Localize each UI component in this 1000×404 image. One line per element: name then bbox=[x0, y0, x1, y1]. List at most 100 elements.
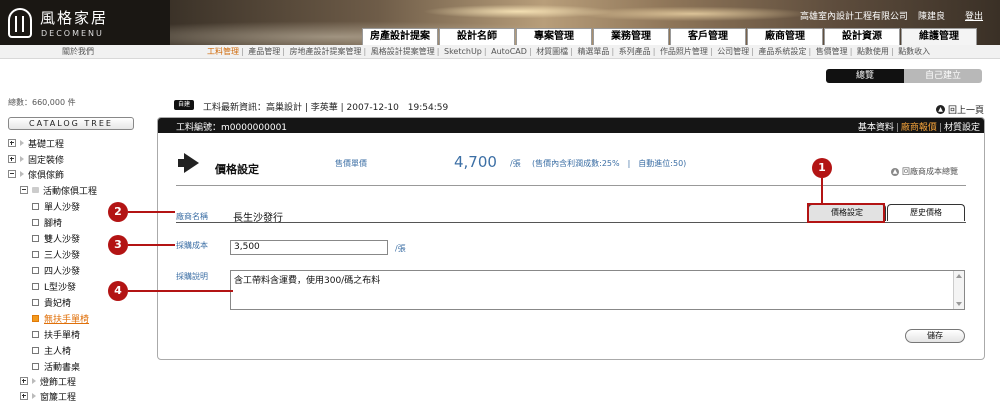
subnav-item-style-proposals[interactable]: 風格設計提案管理 bbox=[371, 47, 435, 56]
tab-customers[interactable]: 客戶管理 bbox=[670, 28, 746, 45]
tree-leaf[interactable]: 四人沙發 bbox=[32, 264, 80, 277]
catalog-tree-button[interactable]: CATALOG TREE bbox=[8, 117, 134, 130]
subnav-item-realestate-proposals[interactable]: 房地產設計提案管理 bbox=[290, 47, 362, 56]
tree-leaf-selected[interactable]: 無扶手單椅 bbox=[32, 312, 89, 325]
cost-unit: /張 bbox=[395, 244, 406, 253]
total-count: 總數：660,000 件 bbox=[8, 98, 76, 107]
material-sku: 工料編號：m0000000001 bbox=[176, 123, 288, 133]
callout-line bbox=[128, 244, 175, 246]
tree-leaf[interactable]: L型沙發 bbox=[32, 280, 76, 293]
tree-node[interactable]: 固定裝修 bbox=[8, 153, 64, 166]
material-settings-link[interactable]: 材質設定 bbox=[944, 123, 980, 133]
tree-leaf[interactable]: 三人沙發 bbox=[32, 248, 80, 261]
subnav-item-materials[interactable]: 工料管理 bbox=[207, 47, 239, 56]
scroll-up-icon[interactable] bbox=[956, 274, 962, 278]
subnav-item-points-income[interactable]: 點數收入 bbox=[898, 47, 930, 56]
section-title: 價格設定 bbox=[215, 163, 259, 176]
tree-leaf[interactable]: 主人椅 bbox=[32, 344, 71, 357]
tree-leaf[interactable]: 雙人沙發 bbox=[32, 232, 80, 245]
basic-info-link[interactable]: 基本資料 bbox=[858, 123, 894, 133]
logo[interactable]: 風格家居 DECOMENU bbox=[0, 0, 170, 46]
scroll-down-icon[interactable] bbox=[956, 302, 962, 306]
subnav-item-textures[interactable]: 材質圖檔 bbox=[536, 47, 568, 56]
subnav-item-points-usage[interactable]: 點數使用 bbox=[857, 47, 889, 56]
tab-vendors[interactable]: 廠商管理 bbox=[747, 28, 823, 45]
subnav-item-featured[interactable]: 精選單品 bbox=[577, 47, 609, 56]
sub-navigation: 關於我們 工料管理 | 產品管理 | 房地產設計提案管理 | 風格設計提案管理 | Sk… bbox=[0, 45, 1000, 59]
return-overview-link[interactable]: ▲ 回廠商成本總覽 bbox=[891, 166, 958, 177]
tab-business[interactable]: 業務管理 bbox=[593, 28, 669, 45]
item-icon bbox=[32, 298, 39, 306]
expand-icon[interactable] bbox=[20, 392, 28, 400]
sale-price-unit: /張 bbox=[510, 159, 521, 168]
item-icon bbox=[32, 266, 39, 274]
sale-price-note: (售價內含利潤成數:25% | 自動進位:50) bbox=[532, 159, 687, 168]
logout-link[interactable]: 登出 bbox=[965, 9, 983, 22]
arrow-icon bbox=[32, 378, 36, 384]
about-link[interactable]: 關於我們 bbox=[62, 46, 94, 57]
description-textarea[interactable]: 含工帶料含運費，使用300/碼之布料 bbox=[230, 270, 965, 310]
tree-leaf[interactable]: 貴妃椅 bbox=[32, 296, 71, 309]
tree-node[interactable]: 活動傢俱工程 bbox=[20, 184, 97, 197]
subnav-item-autocad[interactable]: AutoCAD bbox=[491, 47, 527, 56]
scrollbar[interactable] bbox=[953, 271, 964, 309]
price-panel: 工料編號：m0000000001 基本資料 | 廠商報價 | 材質設定 價格設定 售價單… bbox=[157, 117, 985, 360]
vendor-quote-link[interactable]: 廠商報價 bbox=[901, 123, 937, 133]
tree-leaf[interactable]: 扶手單椅 bbox=[32, 328, 80, 341]
item-icon bbox=[32, 362, 39, 370]
back-label: 回上一頁 bbox=[948, 106, 985, 116]
cost-input[interactable]: 3,500 bbox=[230, 240, 388, 255]
tab-maintenance[interactable]: 維護管理 bbox=[901, 28, 977, 45]
item-icon bbox=[32, 234, 39, 242]
item-icon bbox=[32, 250, 39, 258]
save-button[interactable]: 儲存 bbox=[905, 329, 965, 343]
subnav-item-company[interactable]: 公司管理 bbox=[717, 47, 749, 56]
subnav-item-products[interactable]: 產品管理 bbox=[248, 47, 280, 56]
callout-2: 2 bbox=[108, 202, 128, 222]
tree-node[interactable]: 基礎工程 bbox=[8, 137, 64, 150]
description-text: 含工帶料含運費，使用300/碼之布料 bbox=[234, 276, 381, 286]
tree-leaf[interactable]: 單人沙發 bbox=[32, 200, 80, 213]
tab-resources[interactable]: 設計資源 bbox=[824, 28, 900, 45]
self-built-badge: 自建 bbox=[174, 100, 194, 110]
highlight-box bbox=[807, 203, 885, 223]
subnav-item-series[interactable]: 系列產品 bbox=[619, 47, 651, 56]
tab-projects[interactable]: 專案管理 bbox=[516, 28, 592, 45]
divider bbox=[176, 185, 966, 186]
tree-leaf[interactable]: 活動書桌 bbox=[32, 360, 80, 373]
callout-line bbox=[821, 178, 823, 204]
arrow-icon bbox=[32, 393, 36, 399]
view-toggle: 總覽 自己建立 bbox=[826, 69, 982, 83]
megaphone-icon bbox=[178, 153, 204, 173]
tree-node[interactable]: 窗簾工程 bbox=[20, 390, 76, 403]
tab-price-history[interactable]: 歷史價格 bbox=[887, 204, 965, 221]
tree-leaf[interactable]: 腳椅 bbox=[32, 216, 62, 229]
callout-line bbox=[128, 211, 175, 213]
collapse-icon[interactable] bbox=[20, 186, 28, 194]
collapse-icon[interactable] bbox=[8, 170, 16, 178]
subnav-item-product-settings[interactable]: 產品系統設定 bbox=[758, 47, 806, 56]
self-build-button[interactable]: 自己建立 bbox=[904, 69, 982, 83]
expand-icon[interactable] bbox=[8, 155, 16, 163]
expand-icon[interactable] bbox=[20, 377, 28, 385]
subnav-item-sketchup[interactable]: SketchUp bbox=[444, 47, 482, 56]
back-link[interactable]: ▲ 回上一頁 bbox=[936, 103, 984, 116]
folder-icon bbox=[32, 187, 39, 193]
tree-node[interactable]: 傢俱傢飾 bbox=[8, 168, 64, 181]
tree-node[interactable]: 燈飾工程 bbox=[20, 375, 76, 388]
arrow-up-icon: ▲ bbox=[936, 105, 945, 114]
item-icon bbox=[32, 202, 39, 210]
company-name: 高雄室內設計工程有限公司 bbox=[800, 12, 909, 22]
item-icon bbox=[32, 282, 39, 290]
arrow-up-icon: ▲ bbox=[891, 167, 899, 176]
item-icon bbox=[32, 218, 39, 226]
user-name: 陳建良 bbox=[918, 12, 946, 22]
subnav-item-pricing[interactable]: 售價管理 bbox=[816, 47, 848, 56]
tab-proposal[interactable]: 房產設計提案 bbox=[362, 28, 438, 45]
browse-button[interactable]: 總覽 bbox=[826, 69, 904, 83]
expand-icon[interactable] bbox=[8, 139, 16, 147]
sale-price-label: 售價單價 bbox=[335, 159, 367, 168]
tab-designers[interactable]: 設計名師 bbox=[439, 28, 515, 45]
item-icon bbox=[32, 346, 39, 354]
subnav-item-photos[interactable]: 作品照片管理 bbox=[660, 47, 708, 56]
